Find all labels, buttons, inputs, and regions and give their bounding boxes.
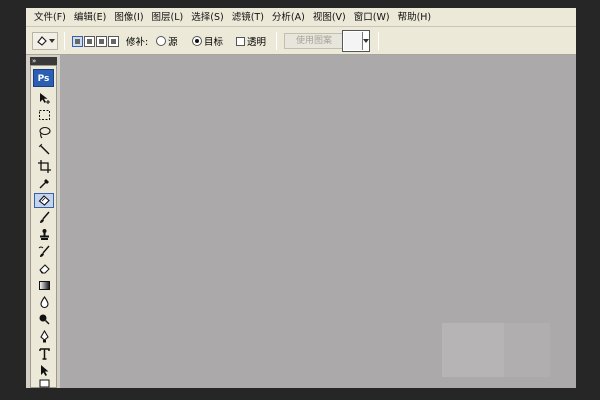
crop-tool[interactable] [34, 159, 54, 174]
marquee-icon [38, 110, 50, 120]
ps-logo[interactable]: Ps [33, 69, 54, 87]
source-radio[interactable] [156, 36, 166, 46]
pen-tool[interactable] [34, 329, 54, 344]
transparent-option[interactable]: 透明 [236, 32, 266, 50]
move-tool[interactable] [34, 91, 54, 106]
type-tool[interactable] [34, 346, 54, 361]
shape-tool[interactable] [34, 378, 54, 388]
source-option[interactable]: 源 [156, 32, 178, 50]
quick-selection-tool[interactable] [34, 142, 54, 157]
watermark-block [504, 323, 550, 377]
arrow-cursor-icon [40, 365, 48, 376]
destination-label: 目标 [204, 37, 224, 48]
workspace[interactable] [60, 55, 576, 388]
blur-tool[interactable] [34, 295, 54, 310]
add-to-selection-button[interactable] [84, 35, 95, 47]
menu-select[interactable]: 选择(S) [187, 9, 227, 26]
selection-mode-group [72, 32, 119, 50]
separator [64, 32, 65, 50]
brush-icon [39, 211, 50, 223]
eyedropper-icon [39, 179, 49, 189]
menu-bar: 文件(F) 编辑(E) 图像(I) 图层(L) 选择(S) 滤镜(T) 分析(A… [26, 8, 576, 27]
water-drop-icon [39, 296, 49, 309]
dodge-icon [39, 314, 49, 325]
brush-tool[interactable] [34, 210, 54, 225]
patch-label: 修补: [126, 37, 149, 48]
destination-option[interactable]: 目标 [192, 32, 223, 50]
toolbox: Ps [30, 65, 57, 388]
menu-edit[interactable]: 编辑(E) [70, 9, 110, 26]
subtract-from-selection-button[interactable] [96, 35, 107, 47]
separator [276, 32, 277, 50]
history-brush-icon [38, 245, 50, 257]
eraser-icon [38, 264, 50, 274]
type-icon [38, 348, 50, 360]
dodge-tool[interactable] [34, 312, 54, 327]
patch-icon [37, 36, 47, 46]
path-selection-tool[interactable] [34, 363, 54, 378]
chevron-down-icon [49, 39, 55, 43]
gradient-icon [38, 281, 50, 290]
menu-view[interactable]: 视图(V) [309, 9, 350, 26]
patch-icon [38, 195, 50, 206]
photoshop-window: 文件(F) 编辑(E) 图像(I) 图层(L) 选择(S) 滤镜(T) 分析(A… [26, 8, 576, 388]
source-label: 源 [168, 37, 178, 48]
stamp-icon [39, 229, 49, 240]
move-icon [39, 93, 50, 104]
intersect-selection-button[interactable] [108, 35, 119, 47]
clone-stamp-tool[interactable] [34, 227, 54, 242]
use-pattern-button[interactable]: 使用图案 [284, 33, 344, 49]
patch-label-wrap: 修补: [126, 32, 148, 50]
lasso-tool[interactable] [34, 125, 54, 140]
destination-radio[interactable] [192, 36, 202, 46]
history-brush-tool[interactable] [34, 244, 54, 259]
transparent-label: 透明 [247, 37, 267, 48]
menu-help[interactable]: 帮助(H) [394, 9, 436, 26]
toolbox-collapse-button[interactable]: » [30, 57, 57, 65]
patch-tool[interactable] [34, 193, 54, 208]
menu-analysis[interactable]: 分析(A) [268, 9, 309, 26]
eyedropper-tool[interactable] [34, 176, 54, 191]
transparent-checkbox[interactable] [236, 36, 245, 46]
marquee-tool[interactable] [34, 108, 54, 123]
pen-icon [39, 330, 49, 343]
lasso-icon [38, 126, 51, 139]
pattern-picker[interactable] [342, 30, 370, 52]
gradient-tool[interactable] [34, 278, 54, 293]
menu-file[interactable]: 文件(F) [30, 9, 70, 26]
tool-preset-picker[interactable] [32, 32, 58, 50]
watermark-block [442, 323, 504, 377]
rectangle-icon [39, 379, 49, 387]
menu-window[interactable]: 窗口(W) [350, 9, 394, 26]
options-bar: 修补: 源 目标 透明 使用图案 [26, 27, 576, 55]
crop-icon [37, 160, 51, 173]
menu-image[interactable]: 图像(I) [110, 9, 147, 26]
separator [378, 32, 379, 50]
new-selection-button[interactable] [72, 35, 83, 47]
eraser-tool[interactable] [34, 261, 54, 276]
menu-layer[interactable]: 图层(L) [148, 9, 188, 26]
magic-wand-icon [38, 143, 49, 155]
chevron-down-icon [363, 39, 369, 43]
menu-filter[interactable]: 滤镜(T) [228, 9, 268, 26]
